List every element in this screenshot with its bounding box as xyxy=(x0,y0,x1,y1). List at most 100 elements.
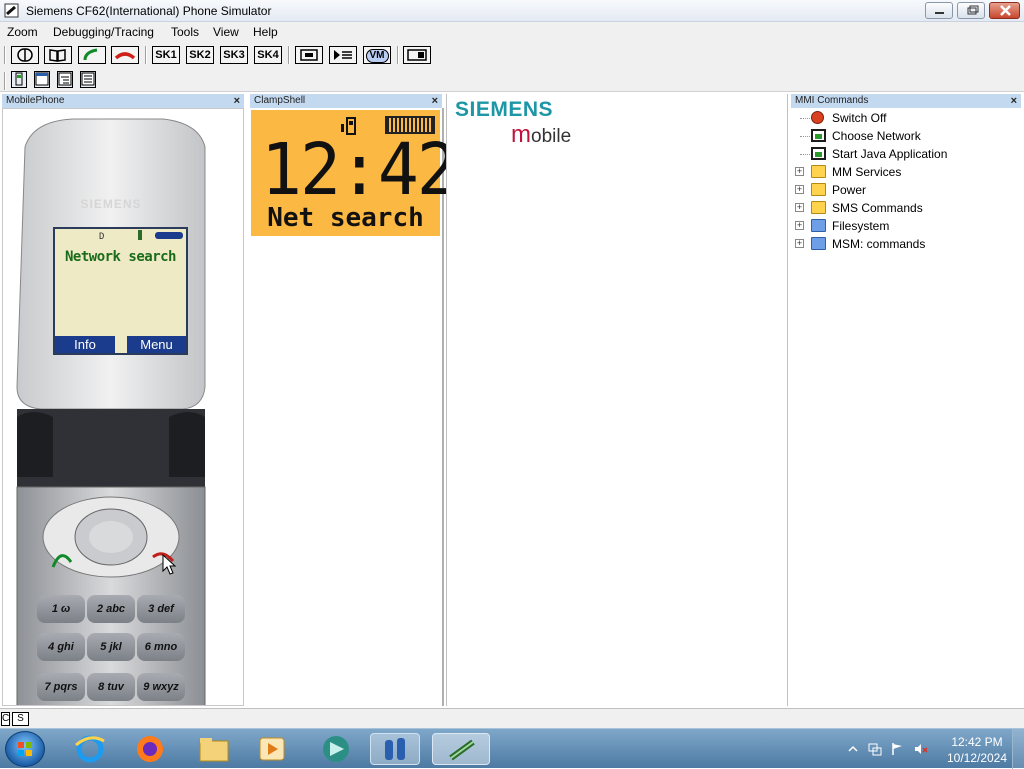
mmi-item-msm-commands[interactable]: + MSM: commands xyxy=(791,235,1021,253)
phone-view-icon xyxy=(15,72,23,86)
phone-image[interactable]: SIEMENS D Network search Info Menu 1 ω 2… xyxy=(13,117,209,705)
mmi-commands-panel: Switch Off Choose Network Start Java App… xyxy=(791,108,1024,706)
file-explorer-taskbar-button[interactable] xyxy=(194,733,234,765)
center-panel: SIEMENS mobile xyxy=(446,94,788,706)
book-icon xyxy=(49,49,66,62)
toolbar-separator xyxy=(4,72,6,90)
svg-text:D: D xyxy=(99,232,104,242)
clamshell-panel-title: ClampShell xyxy=(254,95,306,106)
softkey-4-button[interactable]: SK4 xyxy=(254,46,282,64)
clamshell-panel-header: ClampShell × xyxy=(250,94,442,108)
mmi-item-mm-services[interactable]: + MM Services xyxy=(791,163,1021,181)
external-display-button[interactable] xyxy=(403,46,431,64)
toolbar-separator xyxy=(4,46,6,64)
media-player-taskbar-button[interactable] xyxy=(252,733,292,765)
tree-view-icon xyxy=(58,72,72,86)
flag-icon[interactable] xyxy=(890,742,904,756)
mmi-commands-panel-close-button[interactable]: × xyxy=(1011,94,1017,108)
phone-status-icons: D xyxy=(99,230,183,242)
tools-taskbar-button[interactable] xyxy=(370,733,420,765)
mobile-phone-panel-title: MobilePhone xyxy=(6,95,65,106)
network-icon[interactable] xyxy=(868,742,882,756)
menu-help[interactable]: Help xyxy=(253,25,278,39)
menu-tools[interactable]: Tools xyxy=(171,25,199,39)
clamshell-status-text: Net search xyxy=(267,203,424,233)
tree-connector xyxy=(800,154,810,155)
hangup-button[interactable] xyxy=(111,46,139,64)
mmi-item-start-java-application[interactable]: Start Java Application xyxy=(791,145,1021,163)
phone-key-6[interactable]: 6 mno xyxy=(137,633,185,661)
mobile-logo-text: mobile xyxy=(511,121,571,149)
mmi-item-switch-off[interactable]: Switch Off xyxy=(791,109,1021,127)
mmi-item-sms-commands[interactable]: + SMS Commands xyxy=(791,199,1021,217)
menu-debugging-tracing[interactable]: Debugging/Tracing xyxy=(53,25,154,39)
display-button[interactable] xyxy=(295,46,323,64)
menu-view[interactable]: View xyxy=(213,25,239,39)
expand-icon[interactable]: + xyxy=(795,221,804,230)
phone-key-7[interactable]: 7 pqrs xyxy=(37,673,85,701)
phonebook-button[interactable] xyxy=(44,46,72,64)
clock-time[interactable]: 12:42 PM xyxy=(940,735,1014,749)
green-phone-icon xyxy=(83,48,98,61)
mmi-item-filesystem[interactable]: + Filesystem xyxy=(791,217,1021,235)
tree-view-button[interactable] xyxy=(57,71,73,88)
voicemail-button[interactable]: VM xyxy=(363,46,391,64)
volume-muted-icon[interactable] xyxy=(914,742,928,756)
expand-icon[interactable]: + xyxy=(795,239,804,248)
softkey-3-button[interactable]: SK3 xyxy=(220,46,248,64)
phone-key-9[interactable]: 9 wxyz xyxy=(137,673,185,701)
restore-button[interactable] xyxy=(957,2,985,19)
phone-key-5[interactable]: 5 jkl xyxy=(87,633,135,661)
firefox-taskbar-button[interactable] xyxy=(130,733,170,765)
tools-icon xyxy=(385,738,405,760)
tree-connector xyxy=(800,118,810,119)
mmi-item-choose-network[interactable]: Choose Network xyxy=(791,127,1021,145)
minimize-button[interactable] xyxy=(925,2,953,19)
start-button[interactable] xyxy=(5,731,45,767)
expand-icon[interactable]: + xyxy=(795,185,804,194)
power-toggle-button[interactable] xyxy=(11,46,39,64)
list-view-button[interactable] xyxy=(80,71,96,88)
show-desktop-button[interactable] xyxy=(1012,729,1024,769)
phone-softkey-info[interactable]: Info xyxy=(55,336,115,353)
softkey-2-button[interactable]: SK2 xyxy=(186,46,214,64)
mmi-item-label: Choose Network xyxy=(832,129,921,143)
internet-explorer-taskbar-button[interactable] xyxy=(70,733,110,765)
phone-simulator-icon xyxy=(449,739,475,761)
phone-key-3[interactable]: 3 def xyxy=(137,595,185,623)
clock-date[interactable]: 10/12/2024 xyxy=(940,751,1014,765)
voicemail-label: VM xyxy=(365,49,389,63)
show-hidden-icons-icon[interactable] xyxy=(846,742,860,756)
app-taskbar-button[interactable] xyxy=(316,733,356,765)
toolbar-separator xyxy=(145,46,147,64)
list-view-icon xyxy=(81,72,95,86)
phone-key-4[interactable]: 4 ghi xyxy=(37,633,85,661)
phone-simulator-taskbar-button[interactable] xyxy=(432,733,490,765)
clamshell-panel-close-button[interactable]: × xyxy=(432,94,438,108)
phone-key-2[interactable]: 2 abc xyxy=(87,595,135,623)
mobile-phone-panel-close-button[interactable]: × xyxy=(234,94,240,108)
media-player-icon xyxy=(259,737,285,761)
minimize-icon xyxy=(935,12,944,14)
menu-zoom[interactable]: Zoom xyxy=(7,25,38,39)
phone-key-1[interactable]: 1 ω xyxy=(37,595,85,623)
clamshell-panel: 12:42 Net search xyxy=(248,108,458,706)
phone-screen-text: Network search xyxy=(64,249,177,265)
call-button[interactable] xyxy=(78,46,106,64)
phone-view-button[interactable] xyxy=(11,71,27,88)
phone-softkey-divider xyxy=(115,336,127,353)
phone-softkey-menu[interactable]: Menu xyxy=(127,336,186,353)
phone-key-8[interactable]: 8 tuv xyxy=(87,673,135,701)
mmi-item-power[interactable]: + Power xyxy=(791,181,1021,199)
app-phone-icon xyxy=(4,3,19,18)
play-list-button[interactable] xyxy=(329,46,357,64)
siemens-logo-text: SIEMENS xyxy=(455,98,554,121)
clamshell-display: 12:42 Net search xyxy=(251,110,458,236)
close-icon xyxy=(1000,5,1011,16)
window-view-button[interactable] xyxy=(34,71,50,88)
power-icon xyxy=(811,111,826,124)
softkey-1-button[interactable]: SK1 xyxy=(152,46,180,64)
expand-icon[interactable]: + xyxy=(795,203,804,212)
close-button[interactable] xyxy=(989,2,1020,19)
expand-icon[interactable]: + xyxy=(795,167,804,176)
